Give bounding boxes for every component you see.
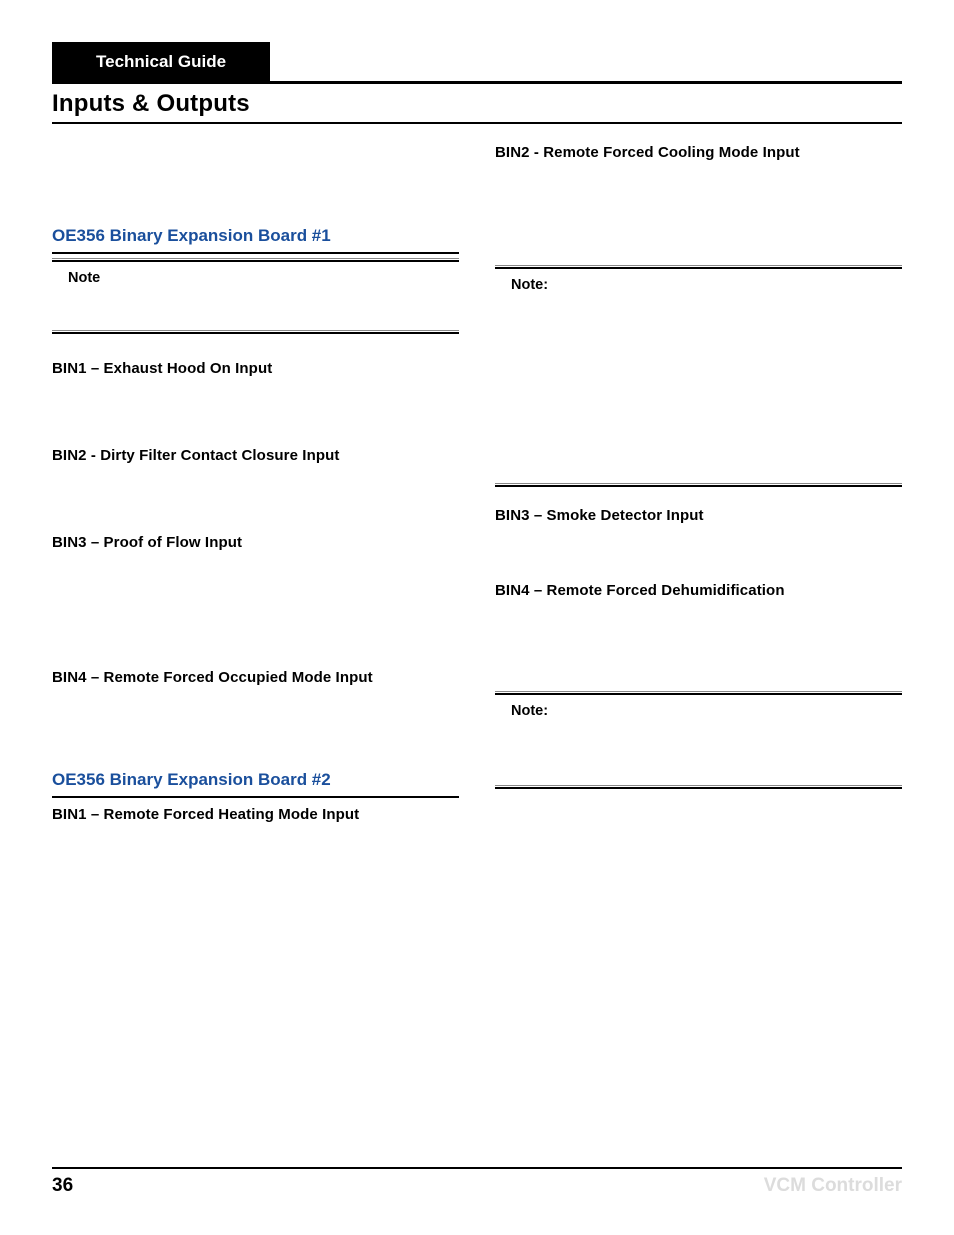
bin4-remote-occupied: BIN4 – Remote Forced Occupied Mode Input xyxy=(52,669,459,686)
bin3-proof-of-flow: BIN3 – Proof of Flow Input xyxy=(52,534,459,551)
bin1-remote-heating: BIN1 – Remote Forced Heating Mode Input xyxy=(52,806,459,823)
footer: 36 VCM Controller xyxy=(52,1167,902,1197)
header-tab: Technical Guide xyxy=(52,42,270,81)
section-title: Inputs & Outputs xyxy=(52,90,902,124)
note-rule-top xyxy=(52,258,459,259)
note2-rule-bottom xyxy=(495,483,902,484)
note3-rule-top xyxy=(495,691,902,692)
bin1-exhaust-hood: BIN1 – Exhaust Hood On Input xyxy=(52,360,459,377)
bin3-smoke-detector: BIN3 – Smoke Detector Input xyxy=(495,507,902,524)
page-number: 36 xyxy=(52,1175,73,1197)
bin4-remote-dehumid: BIN4 – Remote Forced Dehumidification xyxy=(495,582,902,599)
right-column: BIN2 - Remote Forced Cooling Mode Input … xyxy=(495,142,902,823)
footer-right-text: VCM Controller xyxy=(764,1175,902,1197)
note-label-1: Note xyxy=(52,262,459,294)
note3-rule-bottom xyxy=(495,785,902,786)
bin2-dirty-filter: BIN2 - Dirty Filter Contact Closure Inpu… xyxy=(52,447,459,464)
note-label-2: Note: xyxy=(495,269,902,301)
bin2-remote-cooling: BIN2 - Remote Forced Cooling Mode Input xyxy=(495,144,902,161)
header-bar: Technical Guide xyxy=(52,42,902,84)
note3-rule-bottom-2 xyxy=(495,787,902,789)
content-columns: OE356 Binary Expansion Board #1 Note BIN… xyxy=(52,142,902,823)
note-label-3: Note: xyxy=(495,695,902,727)
left-column: OE356 Binary Expansion Board #1 Note BIN… xyxy=(52,142,459,823)
note-rule-bottom xyxy=(52,330,459,331)
subsection-board-1: OE356 Binary Expansion Board #1 xyxy=(52,226,459,254)
note2-rule-top xyxy=(495,265,902,266)
subsection-board-2: OE356 Binary Expansion Board #2 xyxy=(52,770,459,798)
